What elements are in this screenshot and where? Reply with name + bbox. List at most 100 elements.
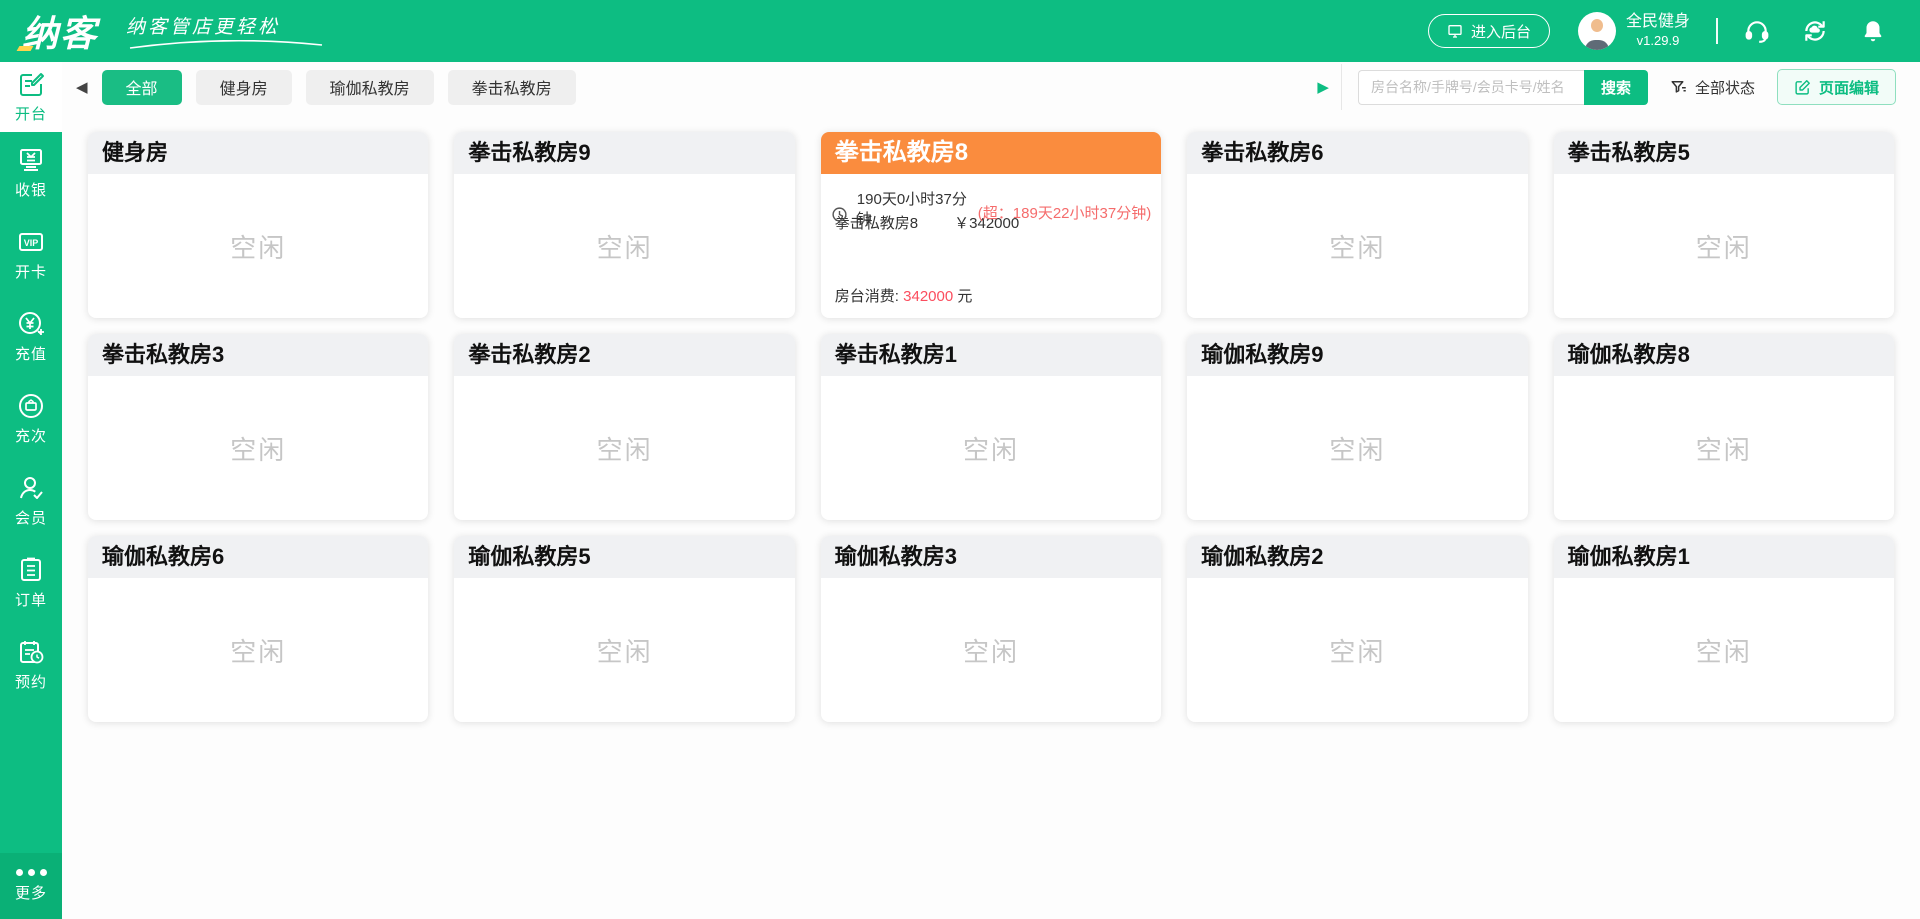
room-status-idle: 空闲 bbox=[230, 636, 287, 667]
tab-gym[interactable]: 健身房 bbox=[195, 69, 292, 105]
user-avatar[interactable] bbox=[1577, 12, 1616, 50]
status-filter[interactable]: 全部状态 bbox=[1670, 77, 1755, 98]
recharge-icon bbox=[17, 310, 45, 338]
room-card-title: 瑜伽私教房8 bbox=[1553, 334, 1894, 376]
room-status-idle: 空闲 bbox=[962, 636, 1019, 667]
app-version: v1.29.9 bbox=[1636, 32, 1680, 48]
sync-icon[interactable] bbox=[1802, 18, 1828, 44]
room-status-idle: 空闲 bbox=[596, 232, 653, 263]
room-card[interactable]: 拳击私教房1 空闲 bbox=[820, 334, 1162, 520]
room-consume-value: 342000 bbox=[903, 288, 954, 305]
header-divider bbox=[1716, 18, 1718, 44]
page-edit-button[interactable]: 页面编辑 bbox=[1776, 69, 1896, 105]
room-status-idle: 空闲 bbox=[230, 434, 287, 465]
sidebar-nav: 开台 收银 VIP 开卡 充值 充次 会员 订单 预约 更多 bbox=[0, 62, 62, 919]
room-card[interactable]: 拳击私教房6 空闲 bbox=[1187, 132, 1528, 318]
more-dots-icon bbox=[15, 869, 47, 876]
edit-icon bbox=[1795, 79, 1810, 95]
customer-service-icon[interactable] bbox=[1744, 18, 1770, 44]
toolbar-divider bbox=[1340, 64, 1342, 110]
room-card[interactable]: 拳击私教房3 空闲 bbox=[88, 334, 429, 520]
room-card[interactable]: 瑜伽私教房2 空闲 bbox=[1187, 536, 1528, 722]
room-card[interactable]: 拳击私教房5 空闲 bbox=[1553, 132, 1894, 318]
room-card[interactable]: 瑜伽私教房9 空闲 bbox=[1187, 334, 1528, 520]
filter-funnel-icon bbox=[1671, 81, 1686, 93]
room-card-title: 瑜伽私教房6 bbox=[88, 536, 429, 578]
sidebar-item-recharge[interactable]: 充值 bbox=[0, 296, 62, 378]
tabs-scroll-left-icon[interactable]: ◀ bbox=[76, 80, 88, 95]
room-card-title: 拳击私教房6 bbox=[1187, 132, 1528, 174]
room-card[interactable]: 健身房 空闲 bbox=[88, 132, 429, 318]
room-card[interactable]: 拳击私教房8 190天0小时37分钟 (超：189天22小时37分钟) 拳击私教… bbox=[820, 132, 1162, 318]
cashier-icon bbox=[17, 146, 45, 174]
top-header: 纳客 纳客管店更轻松 进入后台 全民健身 v1.29.9 bbox=[0, 0, 1920, 62]
room-status-idle: 空闲 bbox=[962, 434, 1019, 465]
notification-bell-icon[interactable] bbox=[1860, 18, 1886, 44]
room-status-idle: 空闲 bbox=[1695, 636, 1752, 667]
room-status-idle: 空闲 bbox=[230, 232, 287, 263]
room-overtime: (超：189天22小时37分钟) bbox=[977, 205, 1152, 222]
tab-boxing-room[interactable]: 拳击私教房 bbox=[447, 69, 576, 105]
open-table-icon bbox=[17, 70, 45, 98]
room-status-idle: 空闲 bbox=[1695, 232, 1752, 263]
sidebar-item-vip-card[interactable]: VIP 开卡 bbox=[0, 214, 62, 296]
room-card-title: 瑜伽私教房5 bbox=[454, 536, 795, 578]
room-card[interactable]: 瑜伽私教房8 空闲 bbox=[1553, 334, 1894, 520]
room-card[interactable]: 拳击私教房9 空闲 bbox=[454, 132, 795, 318]
toolbar: ◀ 全部健身房瑜伽私教房拳击私教房 ▶ 搜索 全部状态 页面编辑 bbox=[62, 62, 1920, 112]
vip-card-icon: VIP bbox=[17, 228, 45, 256]
enter-backend-label: 进入后台 bbox=[1470, 23, 1531, 41]
svg-text:VIP: VIP bbox=[24, 238, 39, 248]
sidebar-item-more[interactable]: 更多 bbox=[0, 853, 62, 919]
room-card-title: 拳击私教房5 bbox=[1553, 132, 1894, 174]
page-edit-label: 页面编辑 bbox=[1818, 79, 1879, 97]
room-card-title: 拳击私教房2 bbox=[454, 334, 795, 376]
room-card-title: 拳击私教房1 bbox=[820, 334, 1162, 376]
search-input[interactable] bbox=[1357, 69, 1584, 105]
room-consume-label: 房台消费: bbox=[834, 288, 904, 305]
sidebar-item-order[interactable]: 订单 bbox=[0, 542, 62, 624]
tab-all[interactable]: 全部 bbox=[101, 69, 182, 105]
room-card[interactable]: 拳击私教房2 空闲 bbox=[454, 334, 795, 520]
room-card-title: 健身房 bbox=[88, 132, 429, 174]
room-card-title: 拳击私教房8 bbox=[820, 132, 1162, 174]
member-icon bbox=[17, 474, 45, 502]
room-card[interactable]: 瑜伽私教房6 空闲 bbox=[88, 536, 429, 722]
sidebar-item-booking[interactable]: 预约 bbox=[0, 624, 62, 706]
room-card[interactable]: 瑜伽私教房5 空闲 bbox=[454, 536, 795, 722]
room-status-idle: 空闲 bbox=[1329, 636, 1386, 667]
room-card-title: 瑜伽私教房3 bbox=[820, 536, 1162, 578]
tab-yoga-room[interactable]: 瑜伽私教房 bbox=[305, 69, 434, 105]
sidebar-item-cashier[interactable]: 收银 bbox=[0, 132, 62, 214]
room-card[interactable]: 瑜伽私教房1 空闲 bbox=[1553, 536, 1894, 722]
search-group: 搜索 bbox=[1357, 69, 1648, 105]
search-button[interactable]: 搜索 bbox=[1583, 69, 1648, 105]
slogan: 纳客管店更轻松 bbox=[126, 12, 326, 50]
order-icon bbox=[17, 556, 45, 584]
status-filter-label: 全部状态 bbox=[1694, 79, 1755, 97]
slogan-text: 纳客管店更轻松 bbox=[126, 17, 281, 38]
room-card-title: 拳击私教房9 bbox=[454, 132, 795, 174]
room-card-title: 瑜伽私教房2 bbox=[1187, 536, 1528, 578]
room-card[interactable]: 瑜伽私教房3 空闲 bbox=[820, 536, 1162, 722]
recharge-times-icon bbox=[17, 392, 45, 420]
sidebar-item-member[interactable]: 会员 bbox=[0, 460, 62, 542]
sidebar-item-recharge-times[interactable]: 充次 bbox=[0, 378, 62, 460]
room-card-title: 瑜伽私教房1 bbox=[1553, 536, 1894, 578]
room-card-title: 瑜伽私教房9 bbox=[1187, 334, 1528, 376]
enter-backend-button[interactable]: 进入后台 bbox=[1427, 14, 1550, 48]
store-info: 全民健身 v1.29.9 bbox=[1626, 12, 1690, 50]
clock-icon bbox=[831, 206, 848, 223]
room-status-idle: 空闲 bbox=[596, 636, 653, 667]
tabs-scroll-right-icon[interactable]: ▶ bbox=[1317, 80, 1329, 95]
sidebar-more-label: 更多 bbox=[14, 885, 47, 902]
room-consume: 房台消费: 342000 元 bbox=[835, 285, 973, 306]
store-name: 全民健身 bbox=[1625, 13, 1690, 31]
app-logo: 纳客 bbox=[16, 5, 104, 57]
booking-icon bbox=[17, 638, 45, 666]
sidebar-item-open-table[interactable]: 开台 bbox=[0, 62, 62, 132]
room-status-idle: 空闲 bbox=[596, 434, 653, 465]
room-card-title: 拳击私教房3 bbox=[88, 334, 429, 376]
category-tabs: 全部 健身房 瑜伽私教房 拳击私教房 bbox=[101, 69, 576, 105]
slogan-underline bbox=[129, 40, 323, 49]
